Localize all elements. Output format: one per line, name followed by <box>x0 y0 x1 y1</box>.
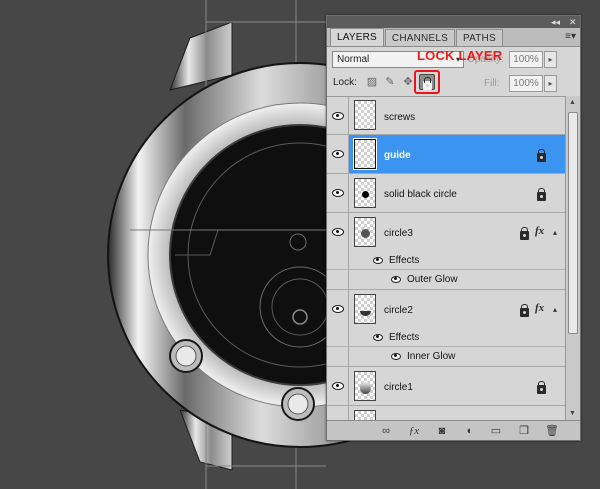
lock-row: Lock: ▨ ✎ ✥ LOCK LAYER Fill: 100% ▸ <box>327 48 580 95</box>
eye-icon[interactable] <box>373 334 383 341</box>
screw-icon <box>287 393 309 415</box>
layer-name: solid black circle <box>384 189 457 200</box>
layer-name: guide <box>384 150 411 161</box>
effects-row[interactable]: Effects <box>327 251 565 270</box>
fill-label: Fill: <box>484 78 500 89</box>
panel-footer: ∞ ƒx ◙ ◐ ▭ ❐ 🗑 <box>327 420 580 440</box>
eye-icon[interactable] <box>373 257 383 264</box>
blend-mode-value: Normal <box>337 54 370 65</box>
tab-channels[interactable]: CHANNELS <box>384 29 455 46</box>
scroll-down-icon[interactable]: ▼ <box>569 410 576 417</box>
layer-row[interactable]: circle2 fx ▴ Effects Inner Glow <box>327 290 565 367</box>
fx-icon[interactable]: fx <box>535 225 544 237</box>
layer-row[interactable]: guide <box>327 135 565 174</box>
mask-icon[interactable]: ◙ <box>435 424 449 438</box>
effect-label: Inner Glow <box>407 351 456 362</box>
visibility-toggle[interactable] <box>327 174 349 212</box>
expand-effects-icon[interactable]: ▴ <box>553 228 557 237</box>
lock-image-icon[interactable]: ✎ <box>383 75 397 89</box>
effect-label: Outer Glow <box>407 274 458 285</box>
lock-layer-callout: LOCK LAYER <box>417 48 503 63</box>
close-panel-icon[interactable]: ✕ <box>569 17 577 27</box>
tab-layers[interactable]: LAYERS <box>330 28 384 46</box>
visibility-toggle[interactable] <box>327 135 349 173</box>
eye-icon[interactable] <box>391 353 401 360</box>
visibility-toggle[interactable] <box>327 97 349 134</box>
scroll-up-icon[interactable]: ▲ <box>569 99 576 106</box>
tab-paths[interactable]: PATHS <box>455 29 503 46</box>
lock-icon <box>520 227 529 240</box>
layer-row[interactable]: solid black circle <box>327 174 565 213</box>
layer-thumbnail <box>354 100 376 130</box>
new-layer-icon[interactable]: ❐ <box>517 424 531 438</box>
layers-scrollbar[interactable]: ▲ ▼ <box>565 96 580 422</box>
eye-icon <box>332 382 344 390</box>
layer-name: circle2 <box>384 305 413 316</box>
layer-name: circle1 <box>384 382 413 393</box>
layer-row[interactable]: circle1 <box>327 367 565 406</box>
effects-row[interactable]: Effects <box>327 328 565 347</box>
visibility-toggle[interactable] <box>327 367 349 405</box>
collapse-panel-icon[interactable]: ◂◂ <box>551 17 560 27</box>
layer-row[interactable]: circle3 fx ▴ Effects Outer Glow <box>327 213 565 290</box>
eye-icon <box>332 189 344 197</box>
lock-highlight-box <box>414 70 440 94</box>
fill-input[interactable]: 100% <box>509 75 543 92</box>
trash-icon[interactable]: 🗑 <box>545 424 559 438</box>
layer-name: screws <box>384 112 416 123</box>
link-icon[interactable]: ∞ <box>379 424 393 438</box>
layer-row[interactable]: screws <box>327 97 565 135</box>
fx-icon[interactable]: fx <box>535 302 544 314</box>
effect-row[interactable]: Outer Glow <box>327 270 565 290</box>
opacity-slider-button[interactable]: ▸ <box>544 51 557 68</box>
layers-panel: ◂◂ ✕ LAYERS CHANNELS PATHS ≡▾ Normal ▾ O… <box>326 15 581 441</box>
eye-icon <box>332 305 344 313</box>
effects-label: Effects <box>389 255 420 266</box>
screw-icon <box>175 345 197 367</box>
effect-row[interactable]: Inner Glow <box>327 347 565 367</box>
lock-icon <box>537 381 546 394</box>
adjustment-icon[interactable]: ◐ <box>463 424 477 438</box>
layer-thumbnail <box>353 138 377 170</box>
layer-thumbnail <box>354 371 376 401</box>
lock-icon <box>537 188 546 201</box>
layers-list[interactable]: screws guide solid black circle circle3 <box>327 96 580 422</box>
eye-icon <box>332 112 344 120</box>
expand-effects-icon[interactable]: ▴ <box>553 305 557 314</box>
eye-icon[interactable] <box>391 276 401 283</box>
effects-label: Effects <box>389 332 420 343</box>
layer-thumbnail <box>354 178 376 208</box>
panel-titlebar[interactable]: ◂◂ ✕ <box>327 16 580 28</box>
panel-menu-icon[interactable]: ≡▾ <box>565 31 576 42</box>
layer-thumbnail <box>354 217 376 247</box>
folder-icon[interactable]: ▭ <box>489 424 503 438</box>
eye-icon <box>332 228 344 236</box>
eye-icon <box>332 150 344 158</box>
layer-thumbnail <box>354 294 376 324</box>
lock-icon <box>520 304 529 317</box>
lock-icon <box>537 149 546 162</box>
layer-name: circle3 <box>384 228 413 239</box>
lock-transparent-icon[interactable]: ▨ <box>365 75 379 89</box>
opacity-input[interactable]: 100% <box>509 51 543 68</box>
lock-label: Lock: <box>333 77 357 88</box>
fill-slider-button[interactable]: ▸ <box>544 75 557 92</box>
fx-icon[interactable]: ƒx <box>407 424 421 438</box>
lock-position-icon[interactable]: ✥ <box>401 75 415 89</box>
scroll-thumb[interactable] <box>568 112 578 334</box>
panel-tabs: LAYERS CHANNELS PATHS ≡▾ <box>327 28 580 47</box>
